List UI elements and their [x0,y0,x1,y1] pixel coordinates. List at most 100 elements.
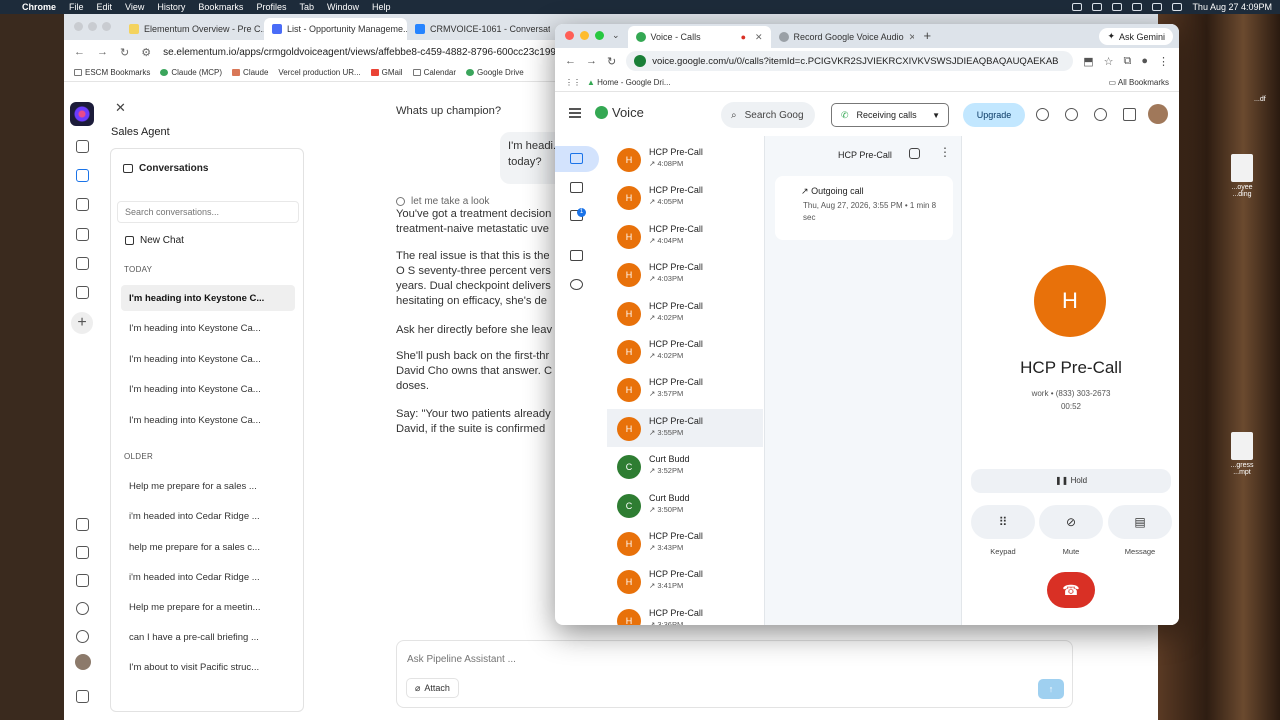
conversation-item[interactable]: I'm about to visit Pacific struc... [121,654,295,680]
menu-window[interactable]: Window [327,2,359,12]
menu-tab[interactable]: Tab [299,2,314,12]
menu-file[interactable]: File [69,2,84,12]
reload-icon[interactable]: ↻ [607,55,616,68]
menu-history[interactable]: History [157,2,185,12]
call-list-item[interactable]: H HCP Pre-Call ↗ 3:41PM [607,562,763,600]
close-window-button[interactable] [565,31,574,40]
conversation-item[interactable]: can I have a pre-call briefing ... [121,624,295,650]
add-icon[interactable]: + [71,312,93,334]
new-tab-icon[interactable]: + [924,28,932,43]
back-icon[interactable]: ← [565,55,576,67]
extensions-puzzle-icon[interactable]: ⧉ [1123,55,1131,68]
call-list-item[interactable]: H HCP Pre-Call ↗ 4:05PM [607,178,763,216]
conversation-item[interactable]: I'm heading into Keystone Ca... [121,315,295,341]
desktop-file[interactable]: ...oyee ...ding [1222,154,1262,198]
profile-icon[interactable]: ● [1141,55,1148,67]
zoom-window-button[interactable] [102,22,111,31]
calls-icon[interactable] [570,153,583,164]
bookmark-item[interactable]: ▲ Home - Google Dri... [587,78,671,87]
conversation-item[interactable]: I'm heading into Keystone Ca... [121,407,295,433]
tab-search-icon[interactable]: ⌄ [612,30,620,41]
url-field[interactable]: voice.google.com/u/0/calls?itemId=c.PCIG… [626,51,1074,71]
headset-icon[interactable] [1036,108,1049,121]
keypad-button[interactable]: ⠿ [971,505,1035,539]
battery-icon[interactable] [1152,3,1163,11]
settings-icon[interactable] [1094,108,1107,121]
send-button[interactable]: ↑ [1038,679,1064,699]
call-list-item[interactable]: H HCP Pre-Call ↗ 4:03PM [607,255,763,293]
bookmark-item[interactable]: GMail [370,68,403,77]
thinking-indicator[interactable]: let me take a look [396,196,489,207]
browser-tab[interactable]: Elementum Overview - Pre C... ✕ [121,18,264,40]
clipboard-icon[interactable] [76,228,89,241]
messages-icon[interactable] [570,182,583,193]
call-list-item[interactable]: H HCP Pre-Call ↗ 3:43PM [607,524,763,562]
brand-icon[interactable] [76,690,89,703]
store-icon[interactable] [76,574,89,587]
receiving-calls-dropdown[interactable]: ✆ Receiving calls ▼ [831,103,949,127]
call-list-item[interactable]: H HCP Pre-Call ↗ 4:02PM [607,294,763,332]
more-options-icon[interactable]: ⋮ [939,145,951,159]
zoom-window-button[interactable] [595,31,604,40]
bookmark-item[interactable]: Vercel production UR... [278,68,360,77]
menu-bookmarks[interactable]: Bookmarks [198,2,243,12]
call-list-item[interactable]: H HCP Pre-Call ↗ 4:02PM [607,332,763,370]
call-list-item[interactable]: H HCP Pre-Call ↗ 4:08PM [607,140,763,178]
extension-icon[interactable]: ⬒ [1083,55,1093,68]
mute-button[interactable]: ⊘ [1039,505,1103,539]
apps-grid-icon[interactable] [1123,108,1136,121]
call-list-item[interactable]: H HCP Pre-Call ↗ 3:57PM [607,370,763,408]
desktop-file[interactable]: ...gress ...mpt [1222,432,1262,476]
control-center-icon[interactable] [1172,3,1183,11]
conversation-item[interactable]: help me prepare for a sales c... [121,534,295,560]
hold-button[interactable]: ❚❚ Hold [971,469,1171,493]
bookmark-item[interactable]: Calendar [412,68,456,77]
more-icon[interactable]: ⋮ [1158,55,1169,68]
all-bookmarks[interactable]: ▭ All Bookmarks [1109,78,1169,87]
browser-tab-active[interactable]: Voice - Calls ● ✕ [627,26,771,48]
ask-input[interactable] [407,651,907,667]
browser-tab[interactable]: CRMVOICE-1061 - Conversat... ✕ [407,18,550,40]
site-info-icon[interactable] [634,55,647,67]
call-list-item[interactable]: H HCP Pre-Call ↗ 3:55PM [607,408,763,447]
conversation-item[interactable]: I'm heading into Keystone Ca... [121,346,295,372]
browser-tab-active[interactable]: List - Opportunity Manageme... ✕ [264,18,407,40]
site-info-icon[interactable]: ⚙ [141,46,151,59]
table-icon[interactable] [76,257,89,270]
home-icon[interactable] [76,140,89,153]
conversation-item[interactable]: I'm heading into Keystone Ca... [121,376,295,402]
user-avatar[interactable] [75,654,91,670]
database-icon[interactable] [76,198,89,211]
menu-edit[interactable]: Edit [97,2,113,12]
menubar-clock[interactable]: Thu Aug 27 4:09PM [1192,2,1272,12]
spam-icon[interactable] [570,279,583,290]
bookmark-item[interactable]: Claude (MCP) [160,68,222,77]
close-window-button[interactable] [74,22,83,31]
call-list-item[interactable]: H HCP Pre-Call ↗ 3:36PM [607,601,763,625]
attach-button[interactable]: ⌀ Attach [406,678,459,698]
reload-icon[interactable]: ↻ [120,46,129,59]
url-field[interactable]: se.elementum.io/apps/crmgoldvoiceagent/v… [163,47,594,58]
conversation-item[interactable]: i'm headed into Cedar Ridge ... [121,503,295,529]
bookmark-item[interactable]: Google Drive [466,68,524,77]
robot-icon[interactable] [76,546,89,559]
close-tab-icon[interactable]: ✕ [755,32,763,43]
call-list-item[interactable]: C Curt Budd ↗ 3:52PM [607,447,763,485]
settings-icon[interactable] [76,602,89,615]
close-tab-icon[interactable]: ✕ [909,32,914,43]
end-call-button[interactable]: ☎ [1047,572,1095,608]
back-icon[interactable]: ← [74,46,85,58]
app-logo-icon[interactable] [70,102,94,126]
ask-gemini-button[interactable]: ✦ Ask Gemini [1099,28,1173,45]
conversation-item[interactable]: i'm headed into Cedar Ridge ... [121,564,295,590]
conversation-item[interactable]: Help me prepare for a meetin... [121,594,295,620]
help-icon[interactable] [76,630,89,643]
help-icon[interactable] [1065,108,1078,121]
cube-icon[interactable] [76,169,89,182]
search-conversations-input[interactable] [117,201,299,223]
voice-search[interactable]: ⌕ Search Goog [721,102,815,128]
forward-icon[interactable]: → [586,55,597,67]
bookmark-star-icon[interactable]: ☆ [1104,55,1114,68]
conversation-item[interactable]: I'm heading into Keystone C... [121,285,295,311]
minimize-window-button[interactable] [88,22,97,31]
